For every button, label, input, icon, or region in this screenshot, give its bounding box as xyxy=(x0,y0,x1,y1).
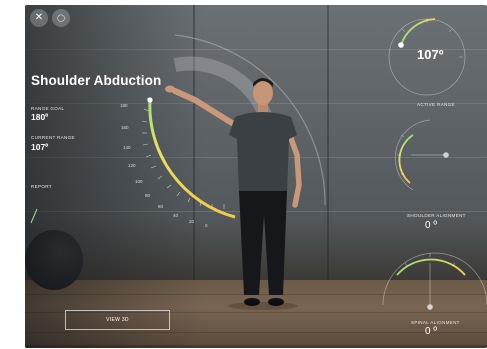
dial-tick-label: 160 xyxy=(121,125,129,130)
range-goal-value: 180º xyxy=(31,112,49,122)
page-title: Shoulder Abduction xyxy=(31,73,162,88)
active-range-label: ACTIVE RANGE xyxy=(417,102,455,107)
close-icon: ✕ xyxy=(34,12,44,23)
reset-button[interactable]: ◯ xyxy=(52,9,70,27)
dial-tick-label: 80 xyxy=(145,193,151,198)
main-dial-ticks xyxy=(141,97,225,209)
main-dial-handle xyxy=(147,97,153,103)
dial-tick-label: 140 xyxy=(123,145,131,150)
dial-tick-label: 40 xyxy=(173,213,179,218)
shoulder-alignment-label: SHOULDER ALIGNMENT xyxy=(407,213,466,218)
report-sparkline xyxy=(30,208,38,224)
dial-tick-label: 20 xyxy=(189,219,195,224)
shoulder-alignment-gauge xyxy=(394,119,449,191)
current-range-label: CURRENT RANGE xyxy=(31,135,75,140)
person-figure xyxy=(165,78,302,310)
view-3d-button[interactable]: VIEW 3D xyxy=(65,310,170,330)
close-button[interactable]: ✕ xyxy=(30,9,48,27)
spinal-alignment-gauge xyxy=(382,252,487,310)
view-3d-label: VIEW 3D xyxy=(106,317,129,323)
shoulder-alignment-value: 0 º xyxy=(425,220,437,231)
range-arc-fill xyxy=(173,56,272,118)
range-goal-label: RANGE GOAL xyxy=(31,106,65,111)
dial-tick-label: 100 xyxy=(135,179,143,184)
home-indicator xyxy=(25,345,487,348)
spinal-alignment-value: 0 º xyxy=(425,326,437,337)
dial-tick-label: 0 xyxy=(205,223,208,228)
dial-tick-label: 120 xyxy=(128,163,136,168)
spinal-alignment-label: SPINAL ALIGNMENT xyxy=(411,320,460,325)
report-label[interactable]: REPORT xyxy=(31,184,52,189)
reset-icon: ◯ xyxy=(57,14,65,22)
dial-tick-label: 180 xyxy=(120,103,128,108)
camera-view: 180 160 140 120 100 80 60 40 20 0 ✕ ◯ Sh… xyxy=(25,5,487,348)
dial-tick-label: 60 xyxy=(158,204,164,209)
current-range-value: 107º xyxy=(31,142,49,152)
active-range-value: 107º xyxy=(417,47,444,62)
